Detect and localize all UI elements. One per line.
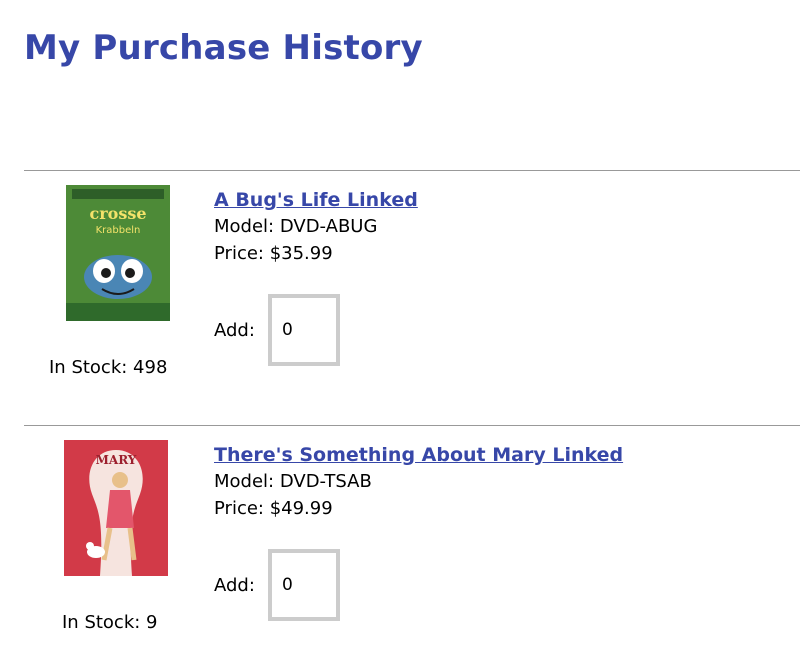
dvd-cover-image[interactable]: crosse Krabbeln (66, 185, 170, 321)
product-link[interactable]: There's Something About Mary Linked (214, 442, 623, 468)
list-item: MARY In Stock: 9 There's Something About… (0, 425, 800, 645)
product-model: Model: DVD-ABUG (214, 216, 378, 237)
add-label: Add: (214, 575, 255, 596)
product-price: Price: $49.99 (214, 498, 333, 519)
list-item: crosse Krabbeln In Stock: 498 A Bug's Li… (0, 170, 800, 390)
product-link[interactable]: A Bug's Life Linked (214, 187, 418, 213)
stock-count: In Stock: 498 (49, 357, 168, 378)
svg-text:crosse: crosse (89, 204, 146, 223)
dvd-cover-image[interactable]: MARY (64, 440, 168, 576)
quantity-input[interactable] (268, 549, 340, 621)
add-label: Add: (214, 320, 255, 341)
page-title: My Purchase History (24, 28, 423, 68)
product-price: Price: $35.99 (214, 243, 333, 264)
quantity-input[interactable] (268, 294, 340, 366)
svg-text:Krabbeln: Krabbeln (96, 225, 141, 236)
svg-text:MARY: MARY (96, 453, 137, 467)
product-model: Model: DVD-TSAB (214, 471, 372, 492)
stock-count: In Stock: 9 (62, 612, 158, 633)
